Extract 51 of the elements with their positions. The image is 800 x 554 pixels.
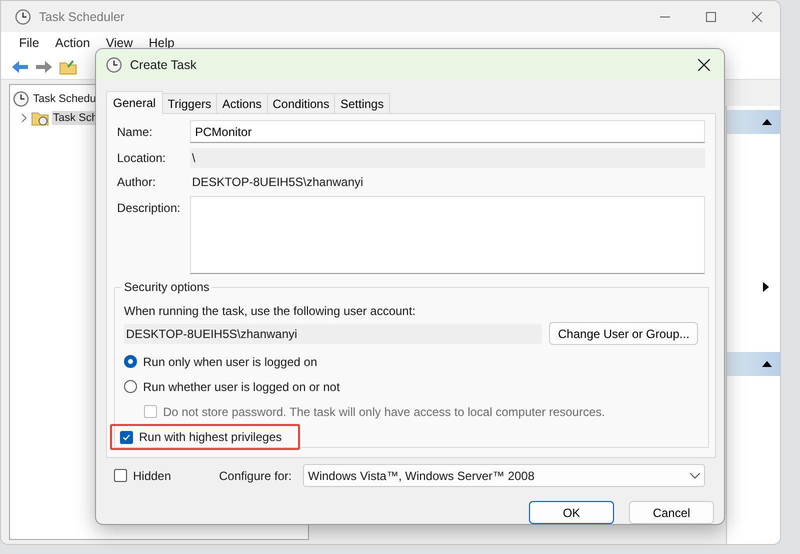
checkbox-label[interactable]: Run with highest privileges: [139, 430, 282, 444]
group-title: Security options: [123, 280, 210, 294]
section-header[interactable]: [727, 352, 780, 376]
field-label: Configure for:: [219, 468, 293, 483]
account-prompt: When running the task, use the following user account:: [124, 304, 417, 318]
clock-icon: [13, 90, 29, 106]
tab[interactable]: Settings: [334, 93, 390, 114]
close-icon: [752, 12, 762, 22]
menu-item[interactable]: File: [11, 36, 48, 50]
close-icon: [698, 58, 710, 70]
submenu-arrow-icon: [763, 282, 769, 292]
forward-arrow-icon[interactable]: [35, 60, 53, 74]
menu-item[interactable]: Action: [47, 36, 98, 50]
chevron-icon[interactable]: [20, 112, 28, 122]
folder-icon[interactable]: [59, 58, 77, 74]
dialog-title: Create Task: [130, 58, 196, 72]
description-field[interactable]: [190, 196, 705, 274]
radio-button[interactable]: [124, 355, 137, 368]
folder-icon: [31, 110, 49, 126]
checkbox[interactable]: [114, 469, 127, 482]
ok-button[interactable]: OK: [529, 501, 614, 524]
radio-button[interactable]: [124, 380, 137, 393]
name-field[interactable]: PCMonitor: [190, 120, 705, 143]
maximize-icon: [706, 12, 716, 22]
app-icon: [15, 8, 31, 24]
cancel-button[interactable]: Cancel: [629, 501, 714, 524]
author-value: DESKTOP-8UEIH5S\zhanwanyi: [191, 174, 364, 188]
field-label: Location:: [117, 150, 167, 164]
checkbox-label[interactable]: Hidden: [133, 468, 172, 483]
tree-item[interactable]: Task Schedu: [32, 92, 97, 106]
menu-item[interactable]: Help: [140, 36, 182, 50]
tab[interactable]: General: [106, 91, 163, 114]
field-label: Description:: [117, 200, 182, 215]
back-arrow-icon[interactable]: [11, 60, 29, 74]
check-icon: [122, 432, 131, 442]
collapse-icon[interactable]: [762, 119, 772, 125]
location-value: \: [190, 148, 705, 168]
radio-label[interactable]: Run only when user is logged on: [143, 354, 318, 368]
configure-dropdown[interactable]: Windows Vista™, Windows Server™ 2008: [303, 464, 705, 488]
clock-icon: [106, 56, 122, 72]
account-value: DESKTOP-8UEIH5S\zhanwanyi: [124, 324, 542, 344]
chevron-icon: [690, 472, 700, 479]
change-user-button[interactable]: Change User or Group...: [549, 322, 698, 345]
window-title: Task Scheduler: [39, 10, 124, 24]
menu-item[interactable]: View: [98, 36, 141, 50]
field-label: Name:: [117, 124, 154, 138]
collapse-icon[interactable]: [762, 361, 772, 367]
checkbox[interactable]: [120, 430, 133, 444]
radio-label[interactable]: Run whether user is logged on or not: [143, 380, 340, 394]
field-label: Author:: [117, 174, 157, 188]
section-header[interactable]: [727, 110, 780, 134]
